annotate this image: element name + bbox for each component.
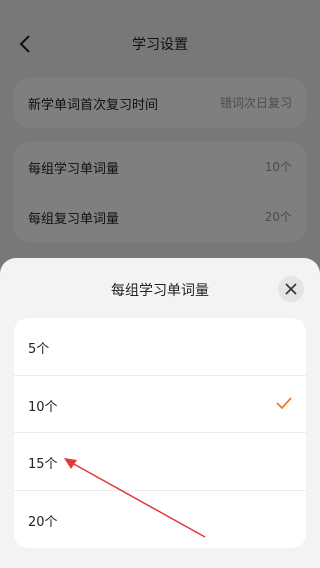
annotation-arrow [64, 458, 206, 538]
